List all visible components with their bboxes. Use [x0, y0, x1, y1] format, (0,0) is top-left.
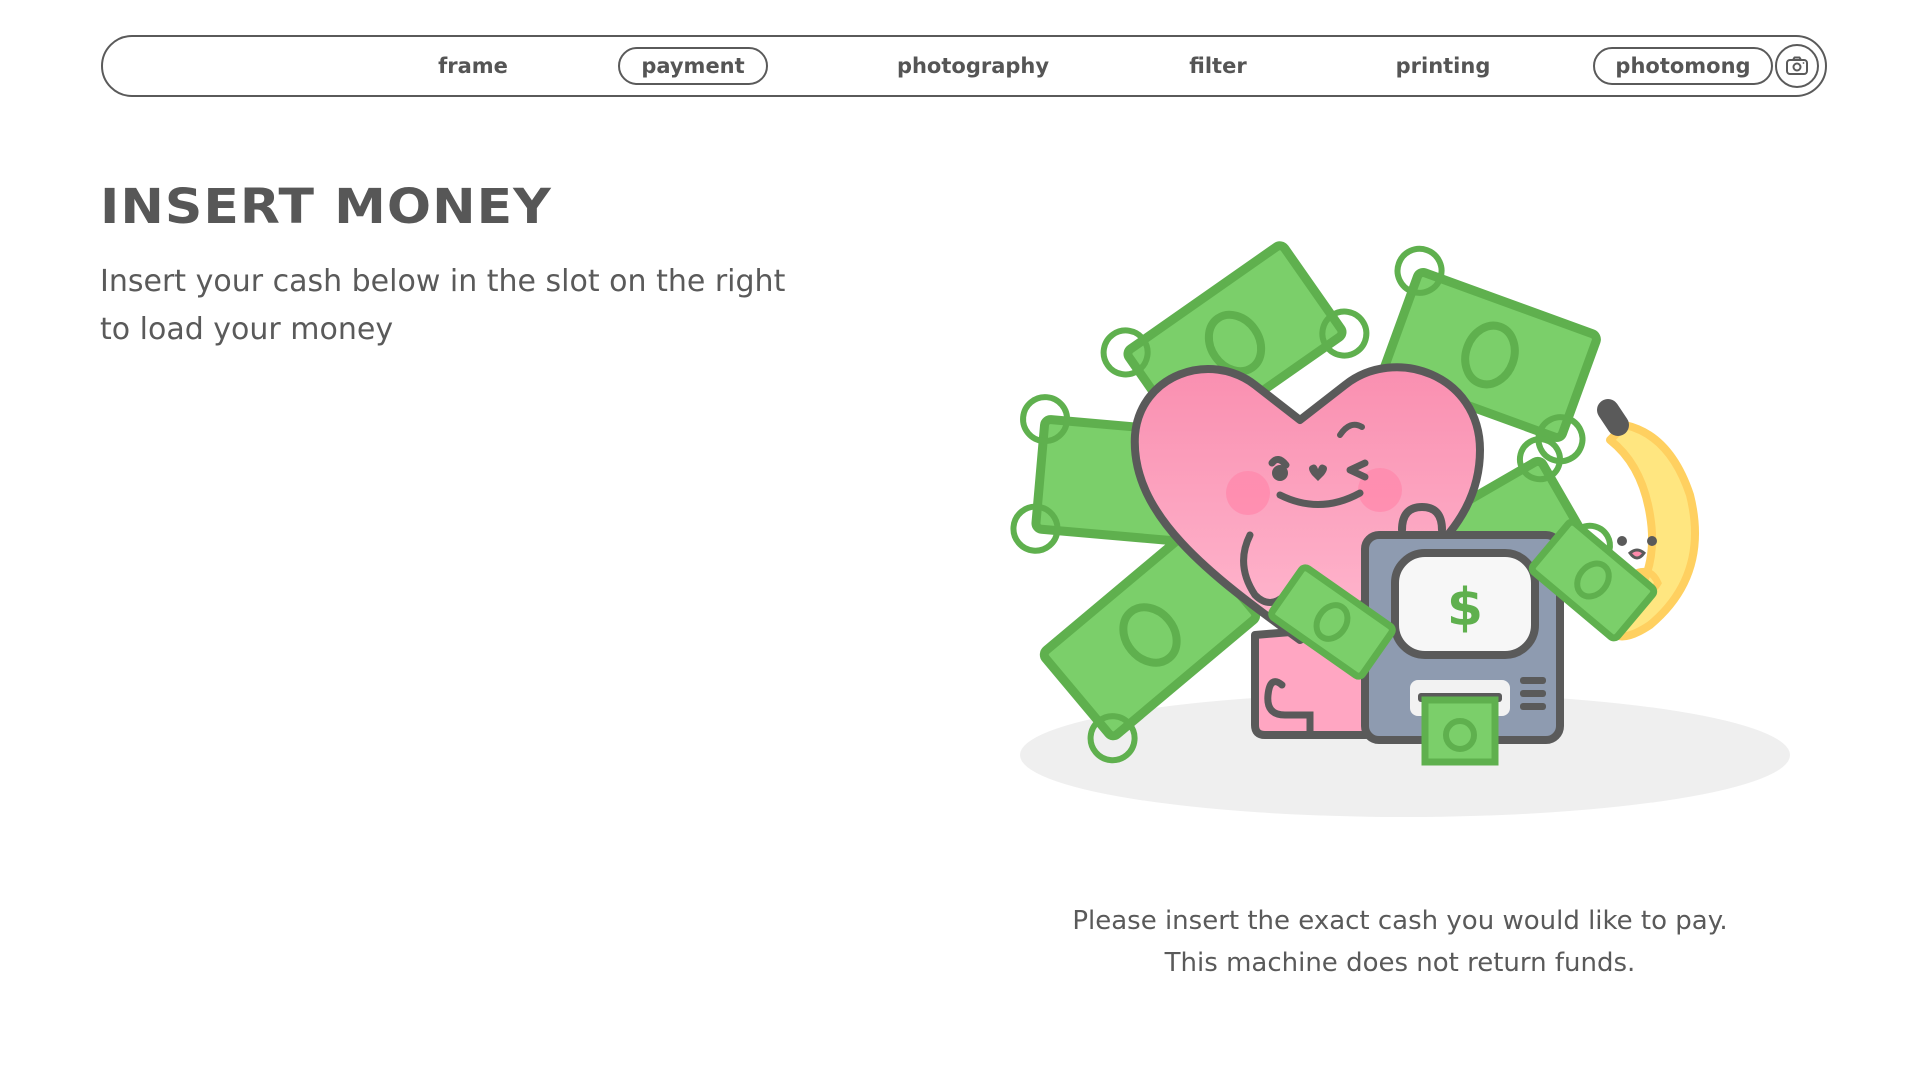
subtitle-line-2: to load your money — [100, 312, 394, 347]
payment-notice: Please insert the exact cash you would l… — [1000, 900, 1800, 984]
notice-line-1: Please insert the exact cash you would l… — [1072, 906, 1728, 936]
notice-line-2: This machine does not return funds. — [1164, 948, 1636, 978]
nav-brand-photomong[interactable]: photomong — [1593, 47, 1773, 85]
nav-item-photography[interactable]: photography — [873, 47, 1073, 85]
camera-icon — [1786, 56, 1808, 75]
page-title: INSERT MONEY — [100, 180, 552, 236]
nav-item-payment[interactable]: payment — [618, 47, 768, 85]
dollar-sign: $ — [1447, 578, 1483, 638]
payment-screen: frame payment photography filter printin… — [0, 0, 1920, 1080]
nav-item-printing[interactable]: printing — [1373, 47, 1513, 85]
top-nav-bar: frame payment photography filter printin… — [101, 35, 1827, 97]
camera-icon-button[interactable] — [1775, 44, 1819, 88]
nav-item-filter[interactable]: filter — [1163, 47, 1273, 85]
nav-item-frame[interactable]: frame — [413, 47, 533, 85]
page-subtitle: Insert your cash below in the slot on th… — [100, 258, 860, 354]
subtitle-line-1: Insert your cash below in the slot on th… — [100, 264, 786, 299]
cash-insert-illustration: $ — [1010, 241, 1790, 817]
